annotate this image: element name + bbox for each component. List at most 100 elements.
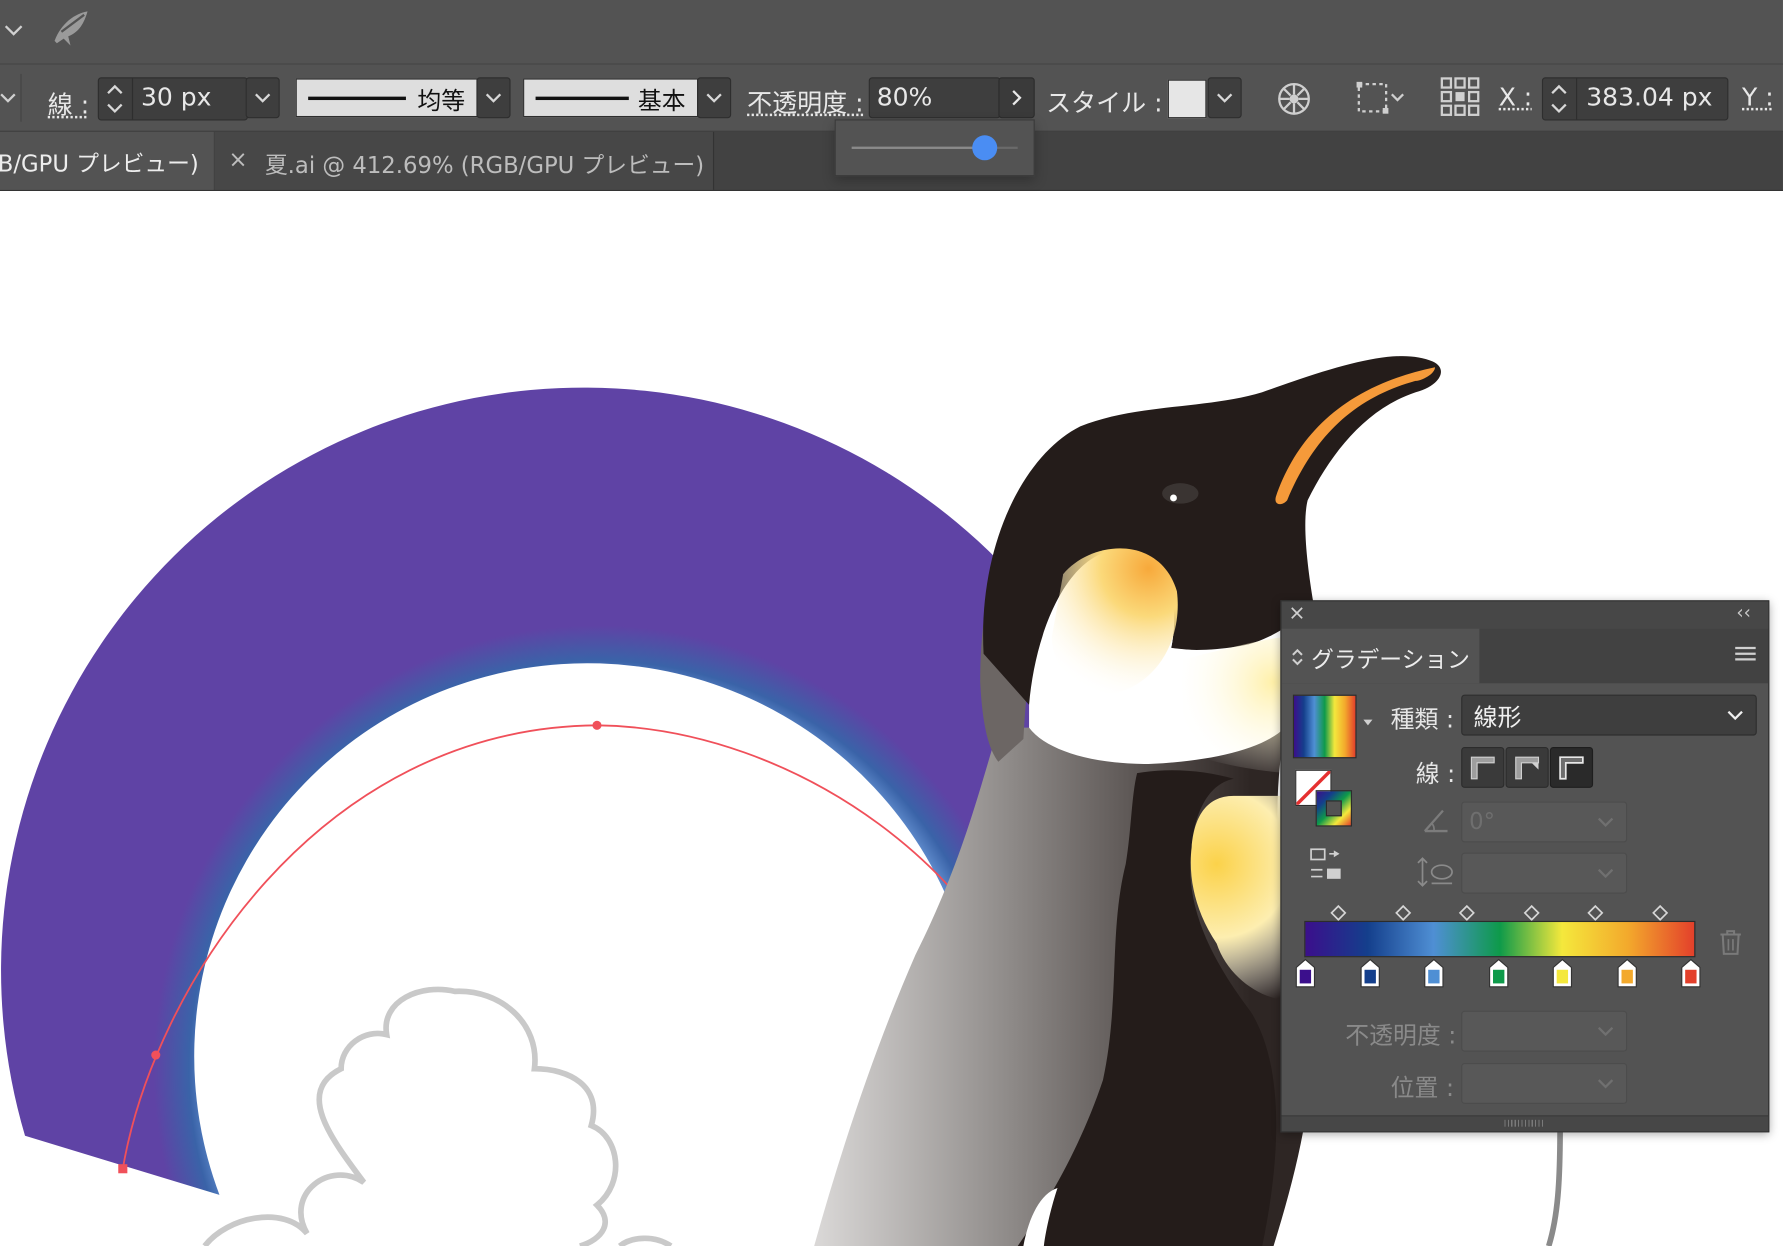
cloud-outline[interactable] <box>202 986 619 1246</box>
gradient-stop[interactable] <box>1295 958 1316 992</box>
opacity-field[interactable]: 80% <box>868 77 1001 119</box>
gradient-stop[interactable] <box>1360 958 1380 992</box>
chevron-down-icon <box>1217 93 1233 103</box>
collapse-panel-icon[interactable]: ‹‹ <box>1736 601 1751 623</box>
cloud-outline-lower <box>617 1235 673 1246</box>
stop-opacity-label: 不透明度 : <box>1345 1022 1457 1050</box>
angle-value: 0° <box>1469 807 1495 835</box>
tab-label: 夏.ai @ 412.69% (RGB/GPU プレビュー) <box>264 151 705 179</box>
x-label: X : <box>1498 84 1533 113</box>
brush-label: 基本 <box>637 87 686 115</box>
gradient-swatch[interactable] <box>1292 694 1357 759</box>
panel-resize-handle[interactable] <box>1281 1115 1769 1132</box>
gradient-stop[interactable] <box>1617 958 1637 992</box>
stroke-indicator[interactable] <box>1315 790 1353 827</box>
reverse-gradient-icon[interactable] <box>1309 847 1343 881</box>
brush-definition[interactable]: 基本 <box>523 78 699 118</box>
chevron-down-icon[interactable] <box>2 18 25 41</box>
chevron-down-icon[interactable] <box>0 90 16 106</box>
panel-titlebar[interactable]: × ‹‹ <box>1281 601 1769 629</box>
type-select-value: 線形 <box>1473 703 1522 732</box>
profile-label: 均等 <box>417 87 466 115</box>
guide-line <box>1546 1125 1563 1246</box>
trash-icon[interactable] <box>1718 929 1743 956</box>
anchor-point[interactable] <box>151 1050 161 1060</box>
variable-width-profile[interactable]: 均等 <box>295 78 478 118</box>
stroke-line-preview <box>308 96 406 101</box>
opacity-slider-toggle[interactable] <box>998 77 1035 119</box>
gradient-stop[interactable] <box>1488 958 1509 992</box>
tab-summer-document[interactable]: × 夏.ai @ 412.69% (RGB/GPU プレビュー) <box>214 131 715 190</box>
chevron-down-icon <box>255 93 271 103</box>
apply-gradient-within-stroke-button[interactable] <box>1461 746 1505 788</box>
gradient-midpoints[interactable] <box>1327 904 1669 922</box>
gradient-slider[interactable] <box>1304 920 1696 958</box>
anchor-point[interactable] <box>118 1164 128 1174</box>
slider-thumb[interactable] <box>971 135 998 161</box>
chevron-down-icon <box>1727 710 1743 721</box>
opacity-label[interactable]: 不透明度 : <box>747 83 863 119</box>
slider-fill <box>851 146 985 149</box>
aspect-ratio-field[interactable] <box>1461 852 1628 894</box>
graphic-style-swatch[interactable] <box>1167 79 1207 119</box>
stroke-within-icon <box>1470 756 1495 780</box>
stepper-icon[interactable] <box>1546 81 1571 117</box>
stroke-weight-value: 30 px <box>141 84 212 113</box>
angle-field[interactable]: 0° <box>1461 801 1628 843</box>
reference-point-icon[interactable] <box>1440 76 1481 117</box>
app-bar <box>0 0 1783 65</box>
penguin-eye-highlight <box>1170 494 1177 502</box>
triangle-down-icon[interactable] <box>1361 715 1375 729</box>
gradient-panel: × ‹‹ グラデーション 種類 : 線形 線: 0° 不透明度: 位置: <box>1280 600 1770 1133</box>
recolor-artwork-icon[interactable] <box>1276 81 1312 117</box>
hamburger-icon[interactable] <box>1734 645 1757 663</box>
penguin-neck-glow <box>1182 636 1297 774</box>
anchor-point[interactable] <box>592 720 602 730</box>
x-position-value: 383.04 px <box>1586 84 1713 113</box>
stop-location-field[interactable] <box>1461 1063 1628 1104</box>
aspect-ratio-icon <box>1417 857 1453 887</box>
brush-dropdown[interactable] <box>697 77 732 119</box>
stepper-icon[interactable] <box>102 81 127 117</box>
align-to-selection-icon[interactable] <box>1355 81 1407 115</box>
divider <box>20 73 22 122</box>
angle-icon <box>1423 809 1448 833</box>
brush-line-preview <box>535 96 629 101</box>
chevron-down-icon <box>485 93 502 103</box>
x-position-field[interactable]: 383.04 px <box>1541 77 1729 121</box>
apply-gradient-across-stroke-button[interactable] <box>1549 746 1594 788</box>
style-label: スタイル : <box>1046 89 1163 119</box>
opacity-value: 80% <box>876 84 933 113</box>
panel-options-toggle-icon[interactable] <box>1291 647 1305 667</box>
stroke-along-icon <box>1515 756 1540 780</box>
stop-location-label: 位置 : <box>1390 1074 1455 1102</box>
apply-gradient-along-stroke-button[interactable] <box>1505 746 1549 788</box>
stroke-across-icon <box>1559 756 1584 780</box>
style-dropdown[interactable] <box>1207 77 1242 119</box>
type-select[interactable]: 線形 <box>1461 694 1757 736</box>
type-label: 種類 : <box>1390 706 1455 734</box>
stroke-label: 線 : <box>1415 760 1456 788</box>
send-feedback-icon[interactable] <box>50 7 91 48</box>
chevron-right-icon <box>1012 90 1022 106</box>
illustrator-window: 線 : 30 px 均等 基本 不透明度 : 80% スタイル: X: 38… <box>0 0 1783 1246</box>
chevron-down-icon <box>1597 1026 1614 1037</box>
tab-active-document[interactable]: B/GPU プレビュー) <box>0 131 214 190</box>
profile-dropdown[interactable] <box>476 77 511 119</box>
stop-opacity-field[interactable] <box>1461 1010 1628 1052</box>
chevron-down-icon <box>1597 868 1614 879</box>
gradient-stops <box>1295 958 1704 988</box>
close-panel-icon[interactable]: × <box>1288 601 1305 625</box>
stroke-weight-dropdown[interactable] <box>245 77 280 119</box>
chevron-down-icon <box>1597 1079 1614 1089</box>
close-tab-icon[interactable]: × <box>229 146 248 173</box>
gradient-stop[interactable] <box>1681 958 1701 992</box>
gradient-stop[interactable] <box>1552 958 1573 992</box>
gradient-stop[interactable] <box>1424 958 1444 992</box>
y-label: Y : <box>1742 84 1774 113</box>
panel-tab-gradient[interactable]: グラデーション <box>1281 628 1480 684</box>
tab-label: B/GPU プレビュー) <box>0 150 199 178</box>
penguin-eye <box>1162 483 1199 504</box>
stroke-weight-field[interactable]: 30 px <box>97 77 248 121</box>
chevron-down-icon <box>1597 817 1614 827</box>
